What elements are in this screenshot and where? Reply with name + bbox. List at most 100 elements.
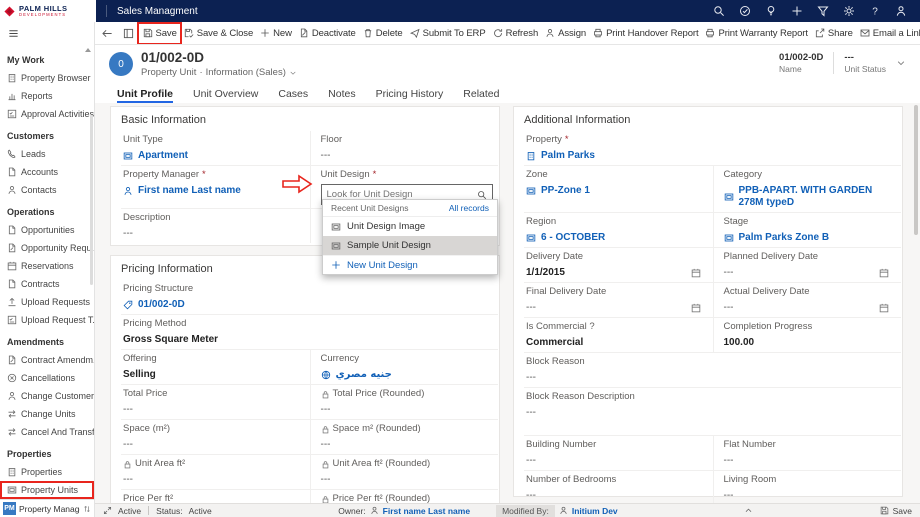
sidebar-item-change-units[interactable]: Change Units	[0, 405, 94, 423]
field-planned-delivery-date[interactable]: Planned Delivery Date ---	[713, 248, 902, 282]
field-category[interactable]: Category PPB-APART. WITH GARDEN 278M typ…	[713, 166, 902, 212]
owner-value[interactable]: First name Last name	[383, 506, 470, 516]
flyout-item-sample-unit-design[interactable]: Sample Unit Design	[323, 236, 497, 255]
back-button[interactable]	[97, 24, 118, 43]
content-scrollbar[interactable]	[913, 103, 919, 503]
sidebar-item-opportunities[interactable]: Opportunities	[0, 221, 94, 239]
deactivate-button[interactable]: Deactivate	[295, 24, 359, 43]
tab-pricing-history[interactable]: Pricing History	[376, 88, 444, 103]
collapse-footer-chevron-icon[interactable]	[744, 506, 753, 515]
sidebar-item-reports[interactable]: Reports	[0, 87, 94, 105]
submit-to-erp-button[interactable]: Submit To ERP	[406, 24, 489, 43]
sidebar-item-cancellations[interactable]: Cancellations	[0, 369, 94, 387]
field-currency[interactable]: Currency جنيه مصري	[310, 350, 499, 384]
field-price-per-ft[interactable]: Price Per ft² ---	[121, 490, 310, 503]
tab-notes[interactable]: Notes	[328, 88, 355, 103]
filter-icon[interactable]	[817, 5, 829, 17]
hamburger-menu-icon[interactable]	[8, 28, 19, 39]
tab-cases[interactable]: Cases	[278, 88, 308, 103]
field-total-price[interactable]: Total Price ---	[121, 385, 310, 419]
owner-field[interactable]: Owner: First name Last name	[338, 506, 470, 516]
lookup-search-icon[interactable]	[477, 190, 487, 200]
category-value[interactable]: PPB-APART. WITH GARDEN 278M typeD	[739, 185, 894, 209]
settings-gear-icon[interactable]	[843, 5, 855, 17]
flyout-all-records-link[interactable]: All records	[449, 203, 489, 213]
field-description[interactable]: Description ---	[121, 209, 310, 243]
field-living-room[interactable]: Living Room ---	[713, 471, 902, 503]
header-expand-chevron-icon[interactable]	[896, 58, 906, 68]
field-delivery-date[interactable]: Delivery Date 1/1/2015	[524, 248, 713, 282]
sidebar-item-reservations[interactable]: Reservations	[0, 257, 94, 275]
sidebar-item-upload-requests[interactable]: Upload Requests	[0, 293, 94, 311]
calendar-icon[interactable]	[879, 268, 889, 278]
sidebar-item-property-units[interactable]: Property Units	[0, 481, 94, 499]
email-a-link-button[interactable]: Email a Link	[856, 24, 920, 43]
help-icon[interactable]: ?	[869, 5, 881, 17]
field-block-reason[interactable]: Block Reason ---	[524, 353, 901, 387]
sidebar-item-property-browser[interactable]: Property Browser	[0, 69, 94, 87]
tab-unit-overview[interactable]: Unit Overview	[193, 88, 258, 103]
save-and-close-button[interactable]: Save & Close	[180, 24, 256, 43]
sidebar-item-leads[interactable]: Leads	[0, 145, 94, 163]
chevron-down-icon[interactable]	[289, 69, 297, 77]
print-handover-report-button[interactable]: Print Handover Report	[590, 24, 702, 43]
field-completion-progress[interactable]: Completion Progress 100.00	[713, 318, 902, 352]
area-switcher[interactable]: PM Property Manage...	[0, 499, 94, 517]
sidebar-item-upload-request-t[interactable]: Upload Request T...	[0, 311, 94, 329]
assign-button[interactable]: Assign	[542, 24, 590, 43]
field-region[interactable]: Region 6 - OCTOBER	[524, 213, 713, 247]
field-offering[interactable]: Offering Selling	[121, 350, 310, 384]
content-scrollbar-thumb[interactable]	[914, 105, 918, 235]
footer-save-button[interactable]: Save	[880, 506, 912, 516]
flyout-new-unit-design[interactable]: New Unit Design	[323, 255, 497, 274]
unit-type-value[interactable]: Apartment	[138, 150, 188, 162]
lightbulb-icon[interactable]	[765, 5, 777, 17]
modified-by-value[interactable]: Initium Dev	[572, 506, 618, 516]
save-button[interactable]: Save	[139, 24, 180, 43]
field-flat-number[interactable]: Flat Number ---	[713, 436, 902, 470]
check-circle-icon[interactable]	[739, 5, 751, 17]
field-zone[interactable]: Zone PP-Zone 1	[524, 166, 713, 212]
print-warranty-report-button[interactable]: Print Warranty Report	[702, 24, 811, 43]
sidebar-item-opportunity-requests[interactable]: Opportunity Requ...	[0, 239, 94, 257]
refresh-button[interactable]: Refresh	[489, 24, 542, 43]
sidebar-item-properties[interactable]: Properties	[0, 463, 94, 481]
stage-value[interactable]: Palm Parks Zone B	[739, 232, 830, 244]
quick-create-plus-icon[interactable]	[791, 5, 803, 17]
calendar-icon[interactable]	[879, 303, 889, 313]
field-pricing-structure[interactable]: Pricing Structure 01/002-0D	[121, 280, 498, 314]
user-account-icon[interactable]	[895, 5, 907, 17]
sidebar-item-accounts[interactable]: Accounts	[0, 163, 94, 181]
delete-button[interactable]: Delete	[359, 24, 406, 43]
app-name[interactable]: Sales Managment	[117, 6, 198, 17]
sidebar-item-approval-activities[interactable]: Approval Activities	[0, 105, 94, 123]
sidebar-item-contracts[interactable]: Contracts	[0, 275, 94, 293]
modified-by-field[interactable]: Modified By: Initium Dev	[470, 505, 618, 517]
field-building-number[interactable]: Building Number ---	[524, 436, 713, 470]
tab-unit-profile[interactable]: Unit Profile	[117, 88, 173, 103]
form-selector[interactable]: Information (Sales)	[206, 67, 286, 78]
sidebar-item-contract-amendments[interactable]: Contract Amendm...	[0, 351, 94, 369]
sidebar-item-change-customers[interactable]: Change Customers	[0, 387, 94, 405]
field-pricing-method[interactable]: Pricing Method Gross Square Meter	[121, 315, 498, 349]
form-navigator-button[interactable]	[118, 24, 139, 43]
expand-icon[interactable]	[103, 506, 112, 515]
new-button[interactable]: New	[257, 24, 296, 43]
tab-related[interactable]: Related	[463, 88, 499, 103]
calendar-icon[interactable]	[691, 268, 701, 278]
field-actual-delivery-date[interactable]: Actual Delivery Date ---	[713, 283, 902, 317]
share-button[interactable]: Share	[811, 24, 856, 43]
field-stage[interactable]: Stage Palm Parks Zone B	[713, 213, 902, 247]
sidebar-scroll-up-arrow[interactable]	[85, 48, 91, 52]
property-value[interactable]: Palm Parks	[541, 150, 595, 162]
calendar-icon[interactable]	[691, 303, 701, 313]
field-property[interactable]: Property* Palm Parks	[524, 131, 901, 165]
field-final-delivery-date[interactable]: Final Delivery Date ---	[524, 283, 713, 317]
sidebar-item-cancel-and-transfer[interactable]: Cancel And Transf...	[0, 423, 94, 441]
search-icon[interactable]	[713, 5, 725, 17]
currency-value[interactable]: جنيه مصري	[336, 369, 392, 381]
zone-value[interactable]: PP-Zone 1	[541, 185, 590, 197]
pricing-structure-value[interactable]: 01/002-0D	[138, 299, 185, 311]
field-number-of-bedrooms[interactable]: Number of Bedrooms ---	[524, 471, 713, 503]
region-value[interactable]: 6 - OCTOBER	[541, 232, 605, 244]
